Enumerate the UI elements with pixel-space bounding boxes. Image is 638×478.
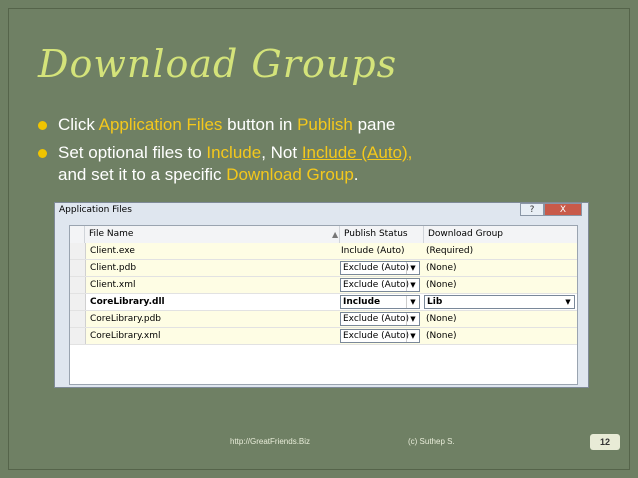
chevron-down-icon[interactable]: ▼: [562, 296, 574, 308]
publish-status-dropdown[interactable]: Exclude (Auto) ▼: [340, 312, 420, 326]
window-title: Application Files: [59, 205, 132, 215]
row-header[interactable]: [70, 243, 86, 259]
highlight-include: Include: [206, 143, 262, 162]
table-row-selected[interactable]: CoreLibrary.dll Include ▼ Lib ▼: [70, 294, 577, 311]
sort-asc-icon: ▲: [332, 230, 339, 239]
download-group-cell: (None): [426, 331, 457, 341]
dropdown-value: Exclude (Auto): [343, 314, 410, 324]
bullet-text: button in: [222, 115, 298, 134]
publish-status-cell: Include (Auto): [341, 246, 405, 256]
row-header[interactable]: [70, 311, 86, 327]
footer-url: http://GreatFriends.Biz: [230, 437, 311, 446]
header-corner: [70, 226, 85, 243]
bullet-dot-icon: [38, 121, 47, 130]
bullet-list: Click Application Files button in Publis…: [36, 114, 606, 192]
table-row[interactable]: Client.xml Exclude (Auto) ▼ (None): [70, 277, 577, 294]
publish-status-dropdown[interactable]: Include ▼: [340, 295, 420, 309]
table-row[interactable]: Client.pdb Exclude (Auto) ▼ (None): [70, 260, 577, 277]
bullet-text: ,: [407, 143, 413, 162]
row-header[interactable]: [70, 294, 86, 310]
file-name-cell: Client.exe: [90, 246, 135, 256]
dropdown-value: Exclude (Auto): [343, 263, 410, 273]
grid-header: File Name ▲ Publish Status Download Grou…: [70, 226, 577, 244]
download-group-cell: (None): [426, 280, 457, 290]
application-files-window: Application Files ? X File Name ▲ Publis…: [54, 202, 589, 388]
file-name-cell: CoreLibrary.pdb: [90, 314, 162, 324]
file-name-cell: CoreLibrary.xml: [90, 331, 161, 341]
download-group-dropdown[interactable]: Lib ▼: [424, 295, 575, 309]
column-file-name[interactable]: File Name: [85, 226, 340, 243]
bullet-text: , Not: [261, 143, 302, 162]
close-button[interactable]: X: [544, 203, 582, 216]
bullet-item: Set optional files to Include, Not Inclu…: [36, 142, 606, 186]
file-name-cell: Client.xml: [90, 280, 136, 290]
bullet-text: and set it to a specific: [58, 165, 227, 184]
table-row[interactable]: CoreLibrary.xml Exclude (Auto) ▼ (None): [70, 328, 577, 345]
help-button[interactable]: ?: [520, 203, 544, 216]
dropdown-value: Exclude (Auto): [343, 331, 410, 341]
chevron-down-icon[interactable]: ▼: [406, 313, 419, 325]
publish-status-dropdown[interactable]: Exclude (Auto) ▼: [340, 261, 420, 275]
file-name-cell: CoreLibrary.dll: [90, 297, 165, 307]
files-grid: File Name ▲ Publish Status Download Grou…: [69, 225, 578, 385]
table-row[interactable]: Client.exe Include (Auto) (Required): [70, 243, 577, 260]
bullet-text: Click: [58, 115, 99, 134]
publish-status-dropdown[interactable]: Exclude (Auto) ▼: [340, 329, 420, 343]
highlight-include-auto: Include (Auto): [301, 143, 408, 162]
bullet-text: .: [353, 165, 359, 184]
page-number: 12: [590, 434, 620, 450]
chevron-down-icon[interactable]: ▼: [406, 279, 419, 291]
dropdown-value: Exclude (Auto): [343, 280, 410, 290]
bullet-text: Set optional files to: [58, 143, 207, 162]
download-group-cell: (None): [426, 263, 457, 273]
row-header[interactable]: [70, 260, 86, 276]
row-header[interactable]: [70, 328, 86, 344]
chevron-down-icon[interactable]: ▼: [406, 330, 419, 342]
window-controls: ? X: [520, 203, 582, 217]
bullet-item: Click Application Files button in Publis…: [36, 114, 606, 136]
download-group-cell: (None): [426, 314, 457, 324]
row-header[interactable]: [70, 277, 86, 293]
column-download-group[interactable]: Download Group: [424, 226, 577, 243]
publish-status-dropdown[interactable]: Exclude (Auto) ▼: [340, 278, 420, 292]
table-row[interactable]: CoreLibrary.pdb Exclude (Auto) ▼ (None): [70, 311, 577, 328]
slide: Download Groups Click Application Files …: [0, 0, 638, 478]
highlight-download-group: Download Group: [226, 165, 354, 184]
footer-copyright: (c) Suthep S.: [408, 437, 455, 446]
bullet-dot-icon: [38, 149, 47, 158]
chevron-down-icon[interactable]: ▼: [406, 262, 419, 274]
column-publish-status[interactable]: Publish Status: [340, 226, 424, 243]
slide-title: Download Groups: [38, 42, 398, 86]
bullet-text: pane: [352, 115, 396, 134]
dropdown-value: Include: [343, 297, 381, 307]
file-name-cell: Client.pdb: [90, 263, 137, 273]
highlight-application-files: Application Files: [98, 115, 223, 134]
download-group-cell: (Required): [426, 246, 474, 256]
highlight-publish: Publish: [297, 115, 353, 134]
chevron-down-icon[interactable]: ▼: [406, 296, 419, 308]
dropdown-value: Lib: [427, 297, 443, 307]
